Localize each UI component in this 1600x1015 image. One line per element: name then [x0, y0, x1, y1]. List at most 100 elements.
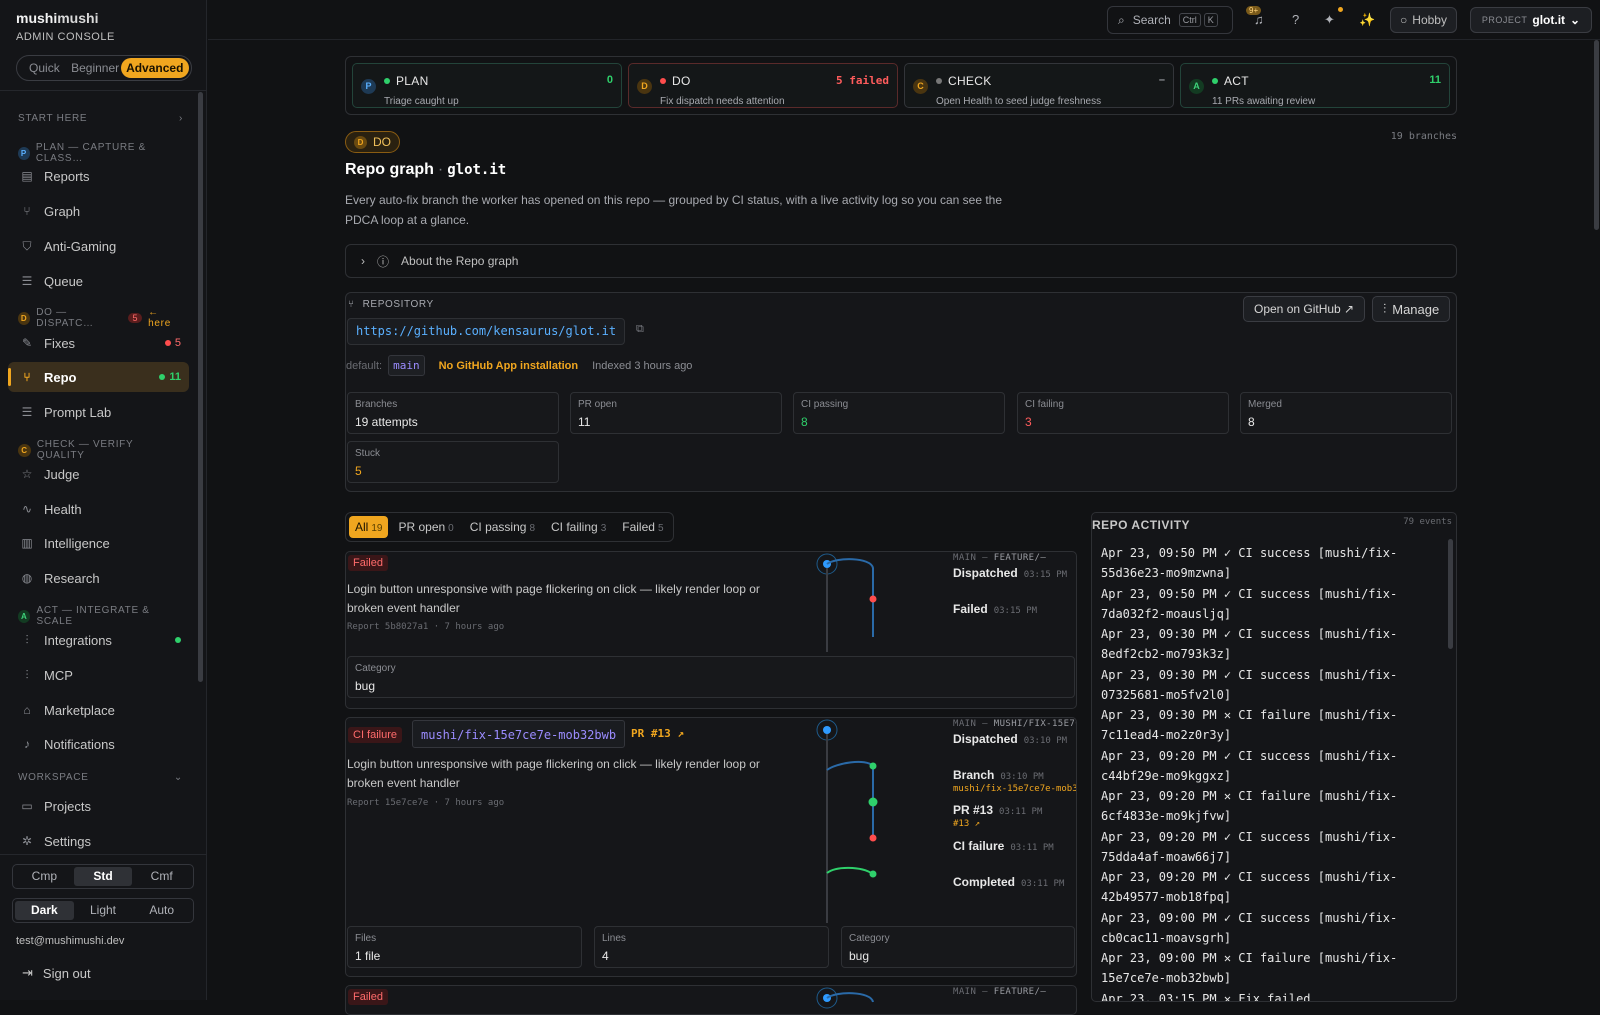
sidebar-scrollbar[interactable] — [198, 92, 203, 682]
chevron-down-icon: ⌄ — [173, 772, 183, 783]
event-pr-link[interactable]: #13 ↗ — [953, 819, 980, 829]
sidebar-item-research[interactable]: ◍ Research — [8, 563, 189, 593]
event-branch-detail[interactable]: mushi/fix-15e7ce7e-mob32bwb — [953, 784, 1076, 794]
star-icon: ☆ — [21, 467, 33, 481]
event-dispatched: Dispatched 03:10 PM — [953, 732, 1068, 746]
magic-icon[interactable]: ✨ — [1359, 12, 1375, 28]
sidebar-item-projects[interactable]: ▭ Projects — [8, 791, 189, 821]
filter-ci-failing[interactable]: CI failing 3 — [545, 516, 612, 538]
graph-node-failed — [869, 595, 877, 603]
event-ci-failure: CI failure 03:11 PM — [953, 839, 1054, 853]
branch-title: Login button unresponsive with page flic… — [347, 582, 760, 615]
sparkle-icon[interactable]: ✦ — [1324, 12, 1335, 28]
pr-link[interactable]: PR #13 ↗ — [631, 727, 684, 740]
graph-branch-lane — [826, 992, 874, 1003]
mode-advanced[interactable]: Advanced — [120, 58, 189, 78]
help-button[interactable]: ? — [1292, 12, 1299, 27]
search-button[interactable]: ⌕ Search Ctrl K — [1107, 6, 1233, 34]
project-switcher[interactable]: PROJECT glot.it ⌄ — [1470, 7, 1592, 33]
branch-card[interactable]: Failed MAIN — FEATURE/– — [345, 985, 1077, 1015]
density-comfortable[interactable]: Cmf — [132, 867, 191, 886]
activity-scrollbar[interactable] — [1448, 539, 1453, 649]
event-dispatched: Dispatched 03:15 PM — [953, 566, 1068, 580]
branch-meta: Report 15e7ce7e · 7 hours ago — [347, 798, 505, 808]
git-branch-icon: ⑂ — [348, 299, 355, 310]
integrations-status-dot — [175, 637, 181, 643]
theme-dark[interactable]: Dark — [15, 901, 74, 920]
about-repo-graph-toggle[interactable]: › ⓘ About the Repo graph — [345, 244, 1457, 278]
section-act: A ACT — INTEGRATE & SCALE — [18, 605, 183, 627]
git-branch-icon: ⑂ — [23, 370, 31, 384]
sidebar-item-marketplace[interactable]: ⌂ Marketplace — [8, 695, 189, 725]
repo-count-badge: 11 — [159, 371, 181, 383]
density-compact[interactable]: Cmp — [15, 867, 74, 886]
sidebar-item-anti-gaming[interactable]: ⛉ Anti-Gaming — [8, 231, 189, 261]
density-standard[interactable]: Std — [73, 867, 133, 886]
page-title: Repo graph · glot.it — [345, 161, 507, 178]
act-letter-icon: A — [1189, 79, 1204, 94]
mode-quick[interactable]: Quick — [19, 58, 70, 78]
sidebar-item-fixes[interactable]: ✎ Fixes 5 — [8, 328, 189, 358]
filter-all[interactable]: All 19 — [349, 516, 389, 538]
branch-graph — [816, 553, 877, 652]
stage-chip: D DO — [345, 131, 400, 153]
brand-logo[interactable]: mushimushi — [16, 10, 98, 26]
folder-icon: ▭ — [21, 799, 33, 813]
pdca-act[interactable]: A ACT 11 11 PRs awaiting review — [1180, 63, 1450, 108]
sidebar-item-prompt-lab[interactable]: ☰ Prompt Lab — [8, 397, 189, 427]
activity-row: Apr 23, 09:00 PM ✓ CI success [mushi/fix… — [1101, 910, 1398, 945]
pulse-icon: ∿ — [21, 502, 33, 516]
branch-card[interactable]: CI failure mushi/fix-15e7ce7e-mob32bwb P… — [345, 717, 1077, 977]
lane-label: MAIN — MUSHI/FIX-15E7CE7E-MOB32BWB — [953, 719, 1076, 729]
event-pr: PR #13 03:11 PM — [953, 803, 1043, 817]
pdca-plan[interactable]: P PLAN 0 Triage caught up — [352, 63, 622, 108]
sidebar-item-notifications[interactable]: ♪ Notifications — [8, 729, 189, 759]
repository-url[interactable]: https://github.com/kensaurus/glot.it — [347, 318, 626, 345]
stat-stuck: Stuck 5 — [347, 441, 559, 483]
event-failed: Failed 03:15 PM — [953, 602, 1038, 616]
sidebar-item-reports[interactable]: ▤ Reports — [8, 161, 189, 191]
pdca-do[interactable]: D DO 5 failed Fix dispatch needs attenti… — [628, 63, 898, 108]
activity-row: Apr 23, 09:20 PM ✓ CI success [mushi/fix… — [1101, 748, 1398, 783]
section-start-here[interactable]: START HERE › — [18, 113, 183, 124]
chevron-right-icon: › — [361, 254, 365, 268]
bell-icon: ♪ — [24, 737, 30, 751]
sidebar-item-mcp[interactable]: ⫶ MCP — [8, 660, 189, 690]
activity-log: Apr 23, 09:50 PM ✓ CI success [mushi/fix… — [1101, 543, 1441, 1001]
do-count-badge: 5 — [128, 313, 143, 323]
sidebar: mushimushi ADMIN CONSOLE Quick Beginner … — [0, 0, 207, 1000]
sparkle-badge-dot — [1338, 7, 1343, 12]
sign-out-button[interactable]: ⇥ Sign out — [22, 965, 91, 981]
page-scrollbar[interactable] — [1594, 40, 1599, 230]
filter-failed[interactable]: Failed 5 — [616, 516, 669, 538]
sidebar-item-settings[interactable]: ✲ Settings — [8, 826, 189, 856]
mode-beginner[interactable]: Beginner — [70, 58, 121, 78]
sidebar-item-repo[interactable]: ⑂ Repo 11 — [8, 362, 189, 392]
pencil-icon: ✎ — [21, 336, 33, 350]
theme-auto[interactable]: Auto — [132, 901, 191, 920]
sidebar-item-integrations[interactable]: ⫶ Integrations — [8, 625, 189, 655]
branch-name-link[interactable]: mushi/fix-15e7ce7e-mob32bwb — [412, 720, 626, 748]
shield-icon: ⛉ — [22, 238, 32, 253]
section-workspace[interactable]: WORKSPACE ⌄ — [18, 772, 183, 783]
sidebar-item-graph[interactable]: ⑂ Graph — [8, 196, 189, 226]
sidebar-item-queue[interactable]: ☰ Queue — [8, 266, 189, 296]
filter-pr-open[interactable]: PR open 0 — [392, 516, 459, 538]
sidebar-item-judge[interactable]: ☆ Judge — [8, 459, 189, 489]
sidebar-item-health[interactable]: ∿ Health — [8, 494, 189, 524]
branch-filter-tabs: All 19 PR open 0 CI passing 8 CI failing 3 F… — [345, 512, 674, 542]
open-github-button[interactable]: Open on GitHub ↗ — [1243, 296, 1366, 322]
branch-card[interactable]: Failed Login button unresponsive with pa… — [345, 551, 1077, 709]
sidebar-item-intelligence[interactable]: ▥ Intelligence — [8, 528, 189, 558]
status-badge: Failed — [348, 555, 388, 571]
activity-row: Apr 23, 09:30 PM ✕ CI failure [mushi/fix… — [1101, 708, 1398, 742]
copy-icon[interactable]: ⧉ — [636, 323, 644, 336]
pdca-check[interactable]: C CHECK – Open Health to seed judge fres… — [904, 63, 1174, 108]
github-app-warning[interactable]: No GitHub App installation — [439, 360, 579, 372]
plan-badge[interactable]: ○ Hobby — [1390, 7, 1457, 33]
theme-light[interactable]: Light — [74, 901, 133, 920]
manage-button[interactable]: ⫶ Manage — [1372, 296, 1451, 322]
filter-ci-passing[interactable]: CI passing 8 — [464, 516, 541, 538]
top-bar: ⌕ Search Ctrl K ♫ 9+ ? ✦ ✨ ○ Hobby PROJECT… — [208, 0, 1600, 40]
stat-pr-open: PR open 11 — [570, 392, 782, 434]
